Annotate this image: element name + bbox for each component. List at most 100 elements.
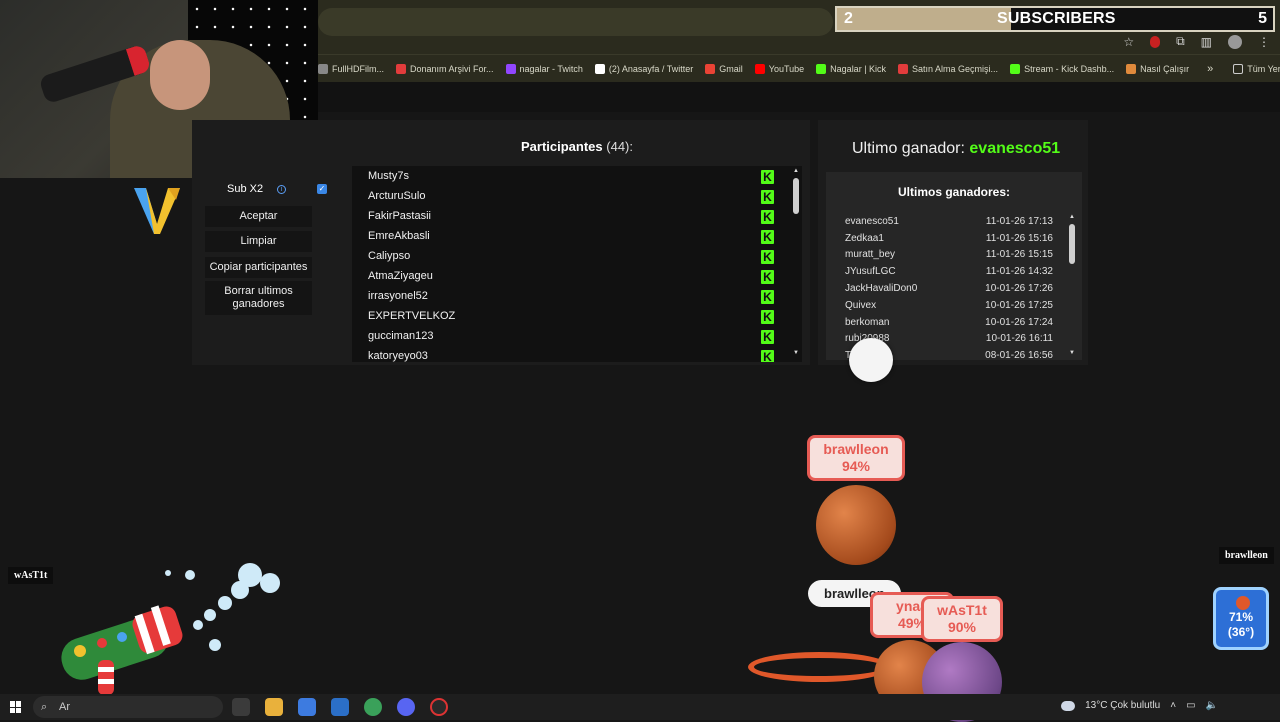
scroll-down-icon[interactable]: ▼ [792, 350, 800, 356]
bookmark-label: Satın Alma Geçmişi... [912, 63, 999, 74]
winner-row[interactable]: muratt_bey 11-01-26 15:15 [845, 247, 1065, 264]
bookmark-item[interactable]: FullHDFilm... [318, 63, 384, 74]
bookmarks-overflow-icon[interactable]: » [1207, 63, 1213, 75]
bookmark-label: (2) Anasayfa / Twitter [608, 63, 694, 74]
subscriber-goal: 5 [1258, 10, 1267, 27]
winner-date: 11-01-26 15:15 [985, 249, 1053, 261]
task-view-icon[interactable] [232, 698, 250, 716]
bookmark-item[interactable]: (2) Anasayfa / Twitter [594, 63, 694, 74]
folder-icon [1233, 63, 1244, 74]
recent-winners-title: Ultimos ganadores: [897, 185, 1011, 199]
participants-list[interactable]: Musty7s K ArcturuSulo K FakirPastasii K EmreAk… [352, 166, 802, 362]
bookmark-label: YouTube [768, 63, 805, 74]
participant-name: Musty7s [368, 170, 409, 182]
sub-x2-label: Sub X2 [227, 183, 264, 195]
chevron-up-icon[interactable]: ˄ [1170, 700, 1176, 711]
participant-name: irrasyonel52 [368, 290, 428, 302]
participant-name: katoryeyo03 [368, 350, 428, 362]
extension-icon[interactable] [1150, 35, 1161, 48]
participant-row[interactable]: FakirPastasii K [352, 206, 802, 226]
sub-x2-toggle[interactable]: Sub X2 i ✓ [227, 183, 327, 195]
film-icon [318, 63, 328, 74]
participant-row[interactable]: Musty7s K [352, 166, 802, 186]
participant-row[interactable]: katoryeyo03 K [352, 346, 802, 362]
bookmark-label: Nasıl Çalışır [1140, 63, 1190, 74]
store-icon[interactable] [298, 698, 316, 716]
browser-toolbar-icons: ☆ ⧉ ▥ ⋮ [1123, 34, 1270, 49]
bookmark-item[interactable]: nagalar - Twitch [505, 63, 583, 74]
winner-row[interactable]: Zedkaa1 11-01-26 15:16 [845, 230, 1065, 247]
bookmark-item[interactable]: YouTube [754, 63, 805, 74]
copy-participants-button[interactable]: Copiar participantes [205, 257, 312, 278]
recent-winners-list[interactable]: evanesco51 11-01-26 17:13 Zedkaa1 11-01-26 … [845, 213, 1065, 359]
participants-scrollbar[interactable]: ▲ ▼ [792, 168, 800, 356]
search-text: Ar [59, 701, 70, 713]
winner-name: Zedkaa1 [845, 232, 884, 244]
delete-winners-button[interactable]: Borrar ultimos ganadores [205, 281, 312, 315]
bookmark-label: Donanım Arşivi For... [410, 63, 494, 74]
star-icon[interactable]: ☆ [1123, 35, 1134, 49]
accept-button[interactable]: Aceptar [205, 206, 312, 227]
participant-row[interactable]: irrasyonel52 K [352, 286, 802, 306]
scroll-down-icon[interactable]: ▼ [1068, 350, 1076, 356]
participant-name: EXPERTVELKOZ [368, 310, 456, 322]
participant-row[interactable]: gucciman123 K [352, 326, 802, 346]
profile-avatar-icon[interactable] [1228, 34, 1242, 49]
winner-row[interactable]: JYusufLGC 11-01-26 14:32 [845, 263, 1065, 280]
bookmark-item[interactable]: Nagalar | Kick [816, 63, 887, 74]
bookmark-label: Nagalar | Kick [830, 63, 887, 74]
all-bookmarks-folder[interactable]: Tüm Yer İşaretleri [1233, 63, 1280, 74]
info-icon[interactable]: i [277, 184, 287, 194]
participant-row[interactable]: EXPERTVELKOZ K [352, 306, 802, 326]
winner-date: 11-01-26 14:32 [985, 266, 1053, 278]
winner-row[interactable]: evanesco51 11-01-26 17:13 [845, 213, 1065, 230]
sub-x2-checkbox[interactable]: ✓ [317, 184, 327, 194]
discord-icon[interactable] [397, 698, 415, 716]
scroll-up-icon[interactable]: ▲ [792, 168, 800, 174]
card-name: wAsT1t [937, 602, 987, 618]
mail-icon[interactable] [331, 698, 349, 716]
windows-start-icon[interactable] [10, 701, 22, 713]
winner-row[interactable]: JackHavaliDon0 10-01-26 17:26 [845, 280, 1065, 297]
clear-button[interactable]: Limpiar [205, 231, 312, 252]
kick-icon: K [761, 250, 774, 264]
address-bar[interactable] [318, 8, 833, 36]
bookmark-item[interactable]: Satın Alma Geçmişi... [898, 63, 999, 74]
bookmark-item[interactable]: Nasıl Çalışır [1126, 63, 1190, 74]
card-percent: 94% [841, 458, 871, 474]
participant-row[interactable]: Caliypso K [352, 246, 802, 266]
bookmark-label: Gmail [719, 63, 743, 74]
participant-name: gucciman123 [368, 330, 434, 342]
scroll-up-icon[interactable]: ▲ [1068, 214, 1076, 220]
kick-icon: K [761, 330, 774, 344]
menu-icon[interactable]: ⋮ [1258, 35, 1270, 49]
volume-icon[interactable]: 🔈 [1206, 700, 1218, 711]
winner-date: 11-01-26 17:13 [985, 215, 1053, 227]
file-explorer-icon[interactable] [265, 698, 283, 716]
winner-date: 10-01-26 17:26 [985, 283, 1053, 295]
kick-icon: K [761, 190, 774, 204]
bookmark-item[interactable]: Stream - Kick Dashb... [1010, 63, 1114, 74]
winner-row[interactable]: Quivex 10-01-26 17:25 [845, 297, 1065, 314]
participant-row[interactable]: EmreAkbasli K [352, 226, 802, 246]
winner-row[interactable]: berkoman 10-01-26 17:24 [845, 314, 1065, 331]
obs-icon[interactable] [430, 698, 448, 716]
scrollbar-thumb[interactable] [793, 178, 799, 214]
basketball-hoop-icon [748, 652, 890, 682]
participant-row[interactable]: AtmaZiyageu K [352, 266, 802, 286]
bookmark-item[interactable]: Donanım Arşivi For... [396, 63, 494, 74]
taskbar-search[interactable]: ⌕ Ar [33, 696, 223, 718]
participant-row[interactable]: ArcturuSulo K [352, 186, 802, 206]
system-tray: 13°C Çok bulutlu ˄ ▭ 🔈 [1061, 700, 1218, 711]
stats-angle: (36°) [1227, 625, 1255, 639]
split-icon[interactable]: ▥ [1201, 35, 1212, 49]
puzzle-icon[interactable]: ⧉ [1176, 34, 1185, 49]
bookmark-item[interactable]: Gmail [705, 63, 743, 74]
network-icon[interactable]: ▭ [1186, 700, 1195, 711]
kick-icon: K [761, 310, 774, 324]
participant-name: FakirPastasii [368, 210, 431, 222]
winners-scrollbar[interactable]: ▲ ▼ [1068, 214, 1076, 356]
chrome-icon[interactable] [364, 698, 382, 716]
winner-date: 08-01-26 16:56 [985, 350, 1053, 359]
scrollbar-thumb[interactable] [1069, 224, 1075, 264]
